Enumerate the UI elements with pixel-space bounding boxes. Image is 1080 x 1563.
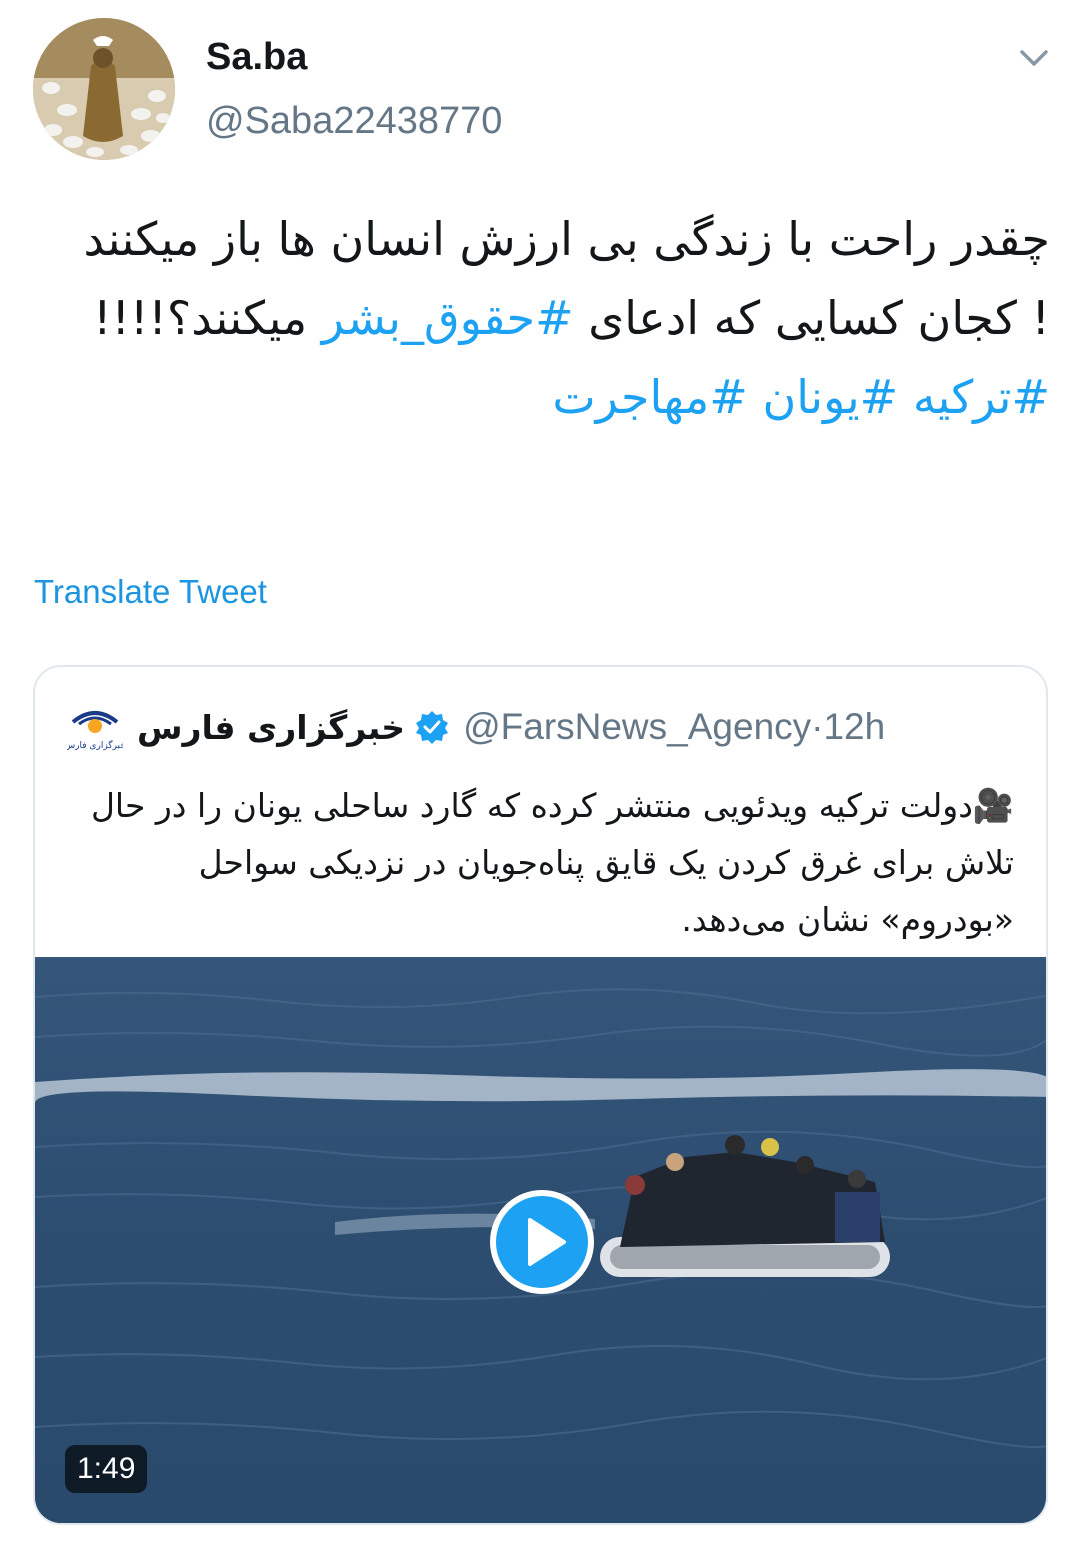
quoted-tweet-text: 🎥دولت ترکیه ویدئویی منتشر کرده که گارد س… xyxy=(75,777,1014,948)
hashtag-human-rights[interactable]: #حقوق_بشر xyxy=(322,291,574,345)
video-player[interactable]: 1:49 xyxy=(35,957,1046,1523)
quoted-tweet-card[interactable]: خبرگزاری فارس خبرگزاری فارس @FarsNews_Ag… xyxy=(33,665,1048,1525)
verified-badge-icon xyxy=(415,710,449,744)
quoted-separator: · xyxy=(811,706,824,747)
hashtag-greece[interactable]: #یونان xyxy=(762,370,898,424)
quoted-handle[interactable]: @FarsNews_Agency xyxy=(463,706,811,748)
quoted-timestamp[interactable]: 12h xyxy=(823,706,885,748)
chevron-down-icon[interactable] xyxy=(1012,40,1056,76)
tweet-hashtags-line: #ترکیه #یونان #مهاجرت xyxy=(60,358,1050,437)
hashtag-turkey[interactable]: #ترکیه xyxy=(913,370,1050,424)
quoted-tweet-header: خبرگزاری فارس خبرگزاری فارس @FarsNews_Ag… xyxy=(64,702,1016,752)
hashtag-migration[interactable]: #مهاجرت xyxy=(552,370,748,424)
svg-text:خبرگزاری فارس: خبرگزاری فارس xyxy=(67,739,123,751)
movie-camera-icon: 🎥 xyxy=(972,786,1014,825)
avatar-image xyxy=(33,18,175,160)
tweet-text: چقدر راحت با زندگی بی ارزش انسان ها باز … xyxy=(60,200,1050,437)
fars-news-logo-icon: خبرگزاری فارس xyxy=(64,702,126,752)
quoted-display-name[interactable]: خبرگزاری فارس xyxy=(137,708,405,747)
tweet-text-part-2: میکنند؟!!!! xyxy=(93,291,322,345)
author-handle[interactable]: @Saba22438770 xyxy=(206,100,502,143)
tweet-text-main: چقدر راحت با زندگی بی ارزش انسان ها باز … xyxy=(60,200,1050,358)
play-icon[interactable] xyxy=(490,1190,594,1294)
video-duration-badge: 1:49 xyxy=(65,1445,148,1493)
author-display-name[interactable]: Sa.ba xyxy=(206,36,307,79)
translate-tweet-link[interactable]: Translate Tweet xyxy=(34,573,267,611)
avatar[interactable] xyxy=(33,18,175,160)
quoted-text-body: دولت ترکیه ویدئویی منتشر کرده که گارد سا… xyxy=(90,786,1014,939)
